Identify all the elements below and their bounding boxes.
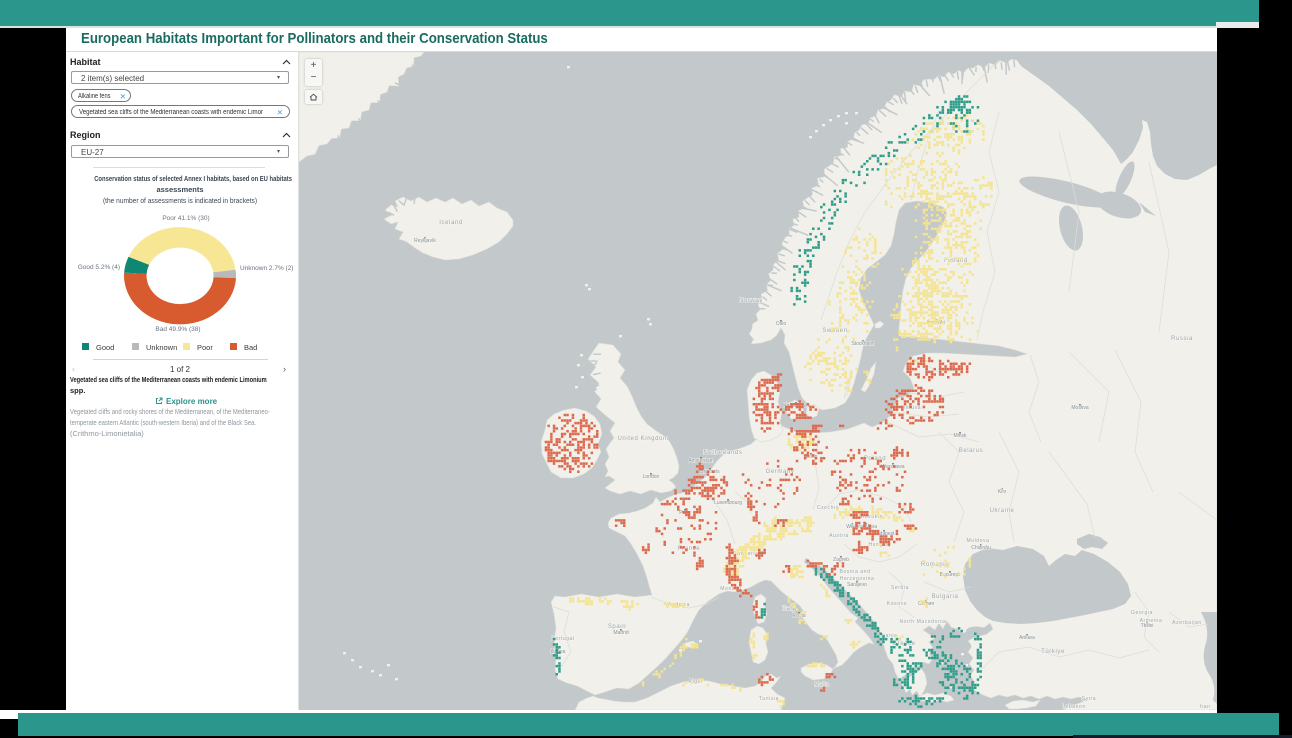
svg-text:Russia: Russia bbox=[1171, 336, 1193, 342]
svg-text:Czechia: Czechia bbox=[817, 505, 839, 511]
svg-text:Tbilisi: Tbilisi bbox=[1141, 623, 1154, 629]
svg-text:Georgia: Georgia bbox=[1131, 610, 1153, 616]
svg-text:United Kingdom: United Kingdom bbox=[617, 436, 668, 442]
svg-text:Tunisia: Tunisia bbox=[759, 696, 779, 702]
svg-text:Syria: Syria bbox=[1082, 696, 1096, 702]
svg-text:Ukraine: Ukraine bbox=[990, 508, 1015, 514]
svg-text:Serbia: Serbia bbox=[891, 585, 909, 591]
svg-text:Chișinău: Chișinău bbox=[971, 545, 991, 551]
svg-text:London: London bbox=[643, 474, 660, 480]
svg-text:Minsk: Minsk bbox=[953, 433, 967, 439]
svg-text:Norway: Norway bbox=[739, 298, 763, 304]
svg-text:Belarus: Belarus bbox=[959, 448, 984, 454]
svg-text:Kosovo: Kosovo bbox=[887, 601, 907, 607]
svg-text:Austria: Austria bbox=[829, 533, 849, 539]
svg-text:Ankara: Ankara bbox=[1019, 635, 1035, 641]
svg-text:Bosnia and: Bosnia and bbox=[839, 569, 870, 575]
svg-text:Reykjavík: Reykjavík bbox=[414, 238, 436, 244]
svg-text:Poland: Poland bbox=[864, 456, 886, 462]
svg-text:Iceland: Iceland bbox=[439, 220, 463, 226]
svg-text:Türkiye: Türkiye bbox=[1041, 649, 1065, 655]
svg-text:Bulgaria: Bulgaria bbox=[932, 594, 959, 600]
svg-text:Oslo: Oslo bbox=[776, 321, 787, 327]
svg-text:Stockholm: Stockholm bbox=[851, 341, 874, 347]
svg-text:Moskva: Moskva bbox=[1071, 405, 1088, 411]
svg-text:Madrid: Madrid bbox=[613, 630, 629, 636]
svg-text:Kiıv: Kiıv bbox=[998, 489, 1007, 495]
svg-text:Sarajevo: Sarajevo bbox=[847, 582, 867, 588]
svg-text:Zagreb: Zagreb bbox=[833, 557, 849, 563]
svg-text:North Macedonia: North Macedonia bbox=[899, 619, 946, 625]
svg-text:Malta: Malta bbox=[814, 682, 829, 688]
svg-text:Luxembourg: Luxembourg bbox=[714, 500, 742, 506]
svg-text:Moldova: Moldova bbox=[966, 538, 989, 544]
svg-text:Netherlands: Netherlands bbox=[704, 450, 743, 456]
svg-text:Azerbaijan: Azerbaijan bbox=[1172, 620, 1202, 626]
